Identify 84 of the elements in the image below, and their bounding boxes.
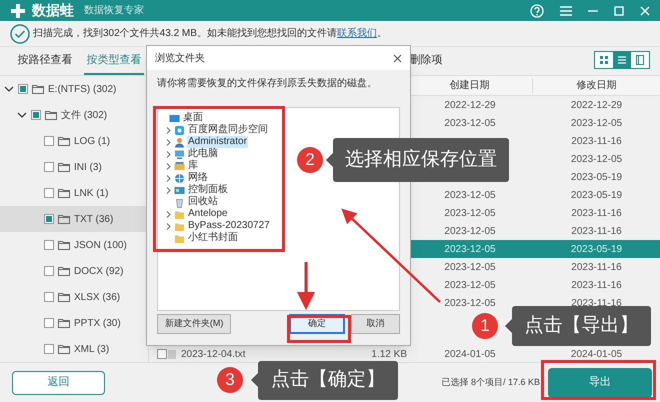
folder-row[interactable]: 小红书封面 xyxy=(160,232,239,244)
table-cell-text: 2022-12-29 xyxy=(570,98,622,112)
column-header: 修改日期 xyxy=(576,78,618,93)
folder-item[interactable]: 百度网盘同步空间 xyxy=(187,124,269,136)
scan-status-text: 扫描完成，找到302个文件共43.2 MB。如未能找到您想找回的文件请联系我们。 xyxy=(33,26,387,41)
dialog-instruction: 请你将需要恢复的文件保存到原丢失数据的磁盘。 xyxy=(157,76,378,91)
table-cell-text: 2024-01-05 xyxy=(570,348,622,362)
table-cell-text: 2023-11-16 xyxy=(571,224,622,238)
folder-row[interactable]: Antelope xyxy=(160,208,228,220)
tree-row[interactable]: E:(NTFS) (302) xyxy=(0,76,148,102)
table-cell-text: 2024-01-05 xyxy=(444,348,496,362)
table-cell-text: 2023-12-05 xyxy=(444,188,496,202)
table-cell-text: 2023-11-16 xyxy=(571,278,622,292)
step-number-badge: 1 xyxy=(472,313,498,339)
selection-summary: 已选择 8个项目/ 17.6 KB xyxy=(441,376,540,389)
folder-item[interactable]: Antelope xyxy=(187,208,228,220)
folder-row[interactable]: ByPass-20230727 xyxy=(160,220,271,232)
tree-row[interactable]: JSON (100) xyxy=(0,232,148,258)
table-cell-text: 2022-12-29 xyxy=(444,98,496,112)
folder-item[interactable]: 控制面板 xyxy=(187,184,229,196)
tree-item-label[interactable]: LOG (1) xyxy=(74,134,110,148)
tree-row[interactable]: LOG (1) xyxy=(0,128,148,154)
tab[interactable]: 删除项 xyxy=(406,47,446,75)
dialog-button[interactable]: 新建文件夹(M) xyxy=(157,314,232,334)
back-button[interactable]: 返回 xyxy=(12,370,105,394)
table-cell-text: 2023-12-05 xyxy=(570,116,622,130)
folder-item[interactable]: 桌面 xyxy=(182,112,204,124)
tree-row[interactable]: INI (3) xyxy=(0,154,148,180)
tree-item-label[interactable]: 文件 (302) xyxy=(61,108,108,122)
app-subtitle: 数据恢复专家 xyxy=(84,4,144,18)
folder-row[interactable]: 此电脑 xyxy=(160,148,219,160)
table-cell-text: 2023-12-05 xyxy=(444,116,496,130)
callout-label: 选择相应保存位置 xyxy=(333,138,509,182)
folder-item[interactable]: 库 xyxy=(187,160,199,172)
table-cell-text: 2023-12-05 xyxy=(444,296,496,310)
tree-item-label[interactable]: PPTX (30) xyxy=(74,316,121,330)
tree-item-label[interactable]: INI (3) xyxy=(74,160,102,174)
folder-row[interactable]: 百度网盘同步空间 xyxy=(160,124,269,136)
tree-row[interactable]: TXT (36) xyxy=(0,206,148,232)
table-cell-text: 2023-12-05 xyxy=(444,206,496,220)
table-cell-text: 2023-12-05 xyxy=(444,242,496,256)
folder-item[interactable]: 回收站 xyxy=(187,196,219,208)
folder-item[interactable]: 小红书封面 xyxy=(187,232,239,244)
table-cell-text: 2023-05-19 xyxy=(570,242,622,256)
table-cell-text: 2023-11-16 xyxy=(571,206,622,220)
app-title: 数据蛙 xyxy=(32,1,74,20)
tree-item-label[interactable]: TXT (36) xyxy=(74,212,114,226)
tree-item-label[interactable]: JSON (100) xyxy=(74,238,127,252)
folder-row[interactable]: 桌面 xyxy=(160,112,204,124)
folder-item[interactable]: 此电脑 xyxy=(187,148,219,160)
tree-item-label[interactable]: XML (3) xyxy=(74,342,110,356)
contact-link[interactable]: 联系我们 xyxy=(336,28,377,39)
folder-row[interactable]: 控制面板 xyxy=(160,184,229,196)
tree-row[interactable]: PPTX (30) xyxy=(0,310,148,336)
tree-item-label[interactable]: DOCX (92) xyxy=(74,264,124,278)
tree-row[interactable]: XLSX (36) xyxy=(0,284,148,310)
folder-row[interactable]: 库 xyxy=(160,160,199,172)
dialog-button[interactable]: 取消 xyxy=(350,314,400,334)
export-button[interactable]: 导出 xyxy=(548,368,652,398)
folder-item[interactable]: 网络 xyxy=(187,172,209,184)
step-number-badge: 3 xyxy=(217,367,243,393)
tree-row[interactable]: LNK (1) xyxy=(0,180,148,206)
folder-item[interactable]: ByPass-20230727 xyxy=(187,220,271,232)
file-name: 2023-12-04.txt xyxy=(181,348,246,362)
folder-row[interactable]: Administrator xyxy=(160,136,248,148)
tree-row[interactable]: XML (3) xyxy=(0,336,148,362)
table-cell-text: 2023-12-05 xyxy=(444,260,496,274)
tree-row[interactable]: 文件 (302) xyxy=(0,102,148,128)
dialog-title: 浏览文件夹 xyxy=(155,52,206,66)
table-cell-text: 2023-05-19 xyxy=(570,188,622,202)
callout-label: 点击【导出】 xyxy=(512,306,651,346)
tab[interactable]: 按路径查看 xyxy=(12,47,78,75)
table-cell-text: 2023-11-16 xyxy=(571,260,622,274)
folder-row[interactable]: 回收站 xyxy=(160,196,219,208)
tree-item-label[interactable]: XLSX (36) xyxy=(74,290,120,304)
table-cell-text: 2023-12-05 xyxy=(444,224,496,238)
callout-label: 点击【确定】 xyxy=(258,361,398,400)
table-cell-text: 2023-12-05 xyxy=(444,278,496,292)
tree-item-label[interactable]: LNK (1) xyxy=(74,186,108,200)
folder-item[interactable]: Administrator xyxy=(187,136,248,148)
tree-item-label[interactable]: E:(NTFS) (302) xyxy=(48,82,116,96)
folder-row[interactable]: 网络 xyxy=(160,172,209,184)
table-cell-text: 1.12 KB xyxy=(370,348,407,362)
tree-row[interactable]: DOCX (92) xyxy=(0,258,148,284)
